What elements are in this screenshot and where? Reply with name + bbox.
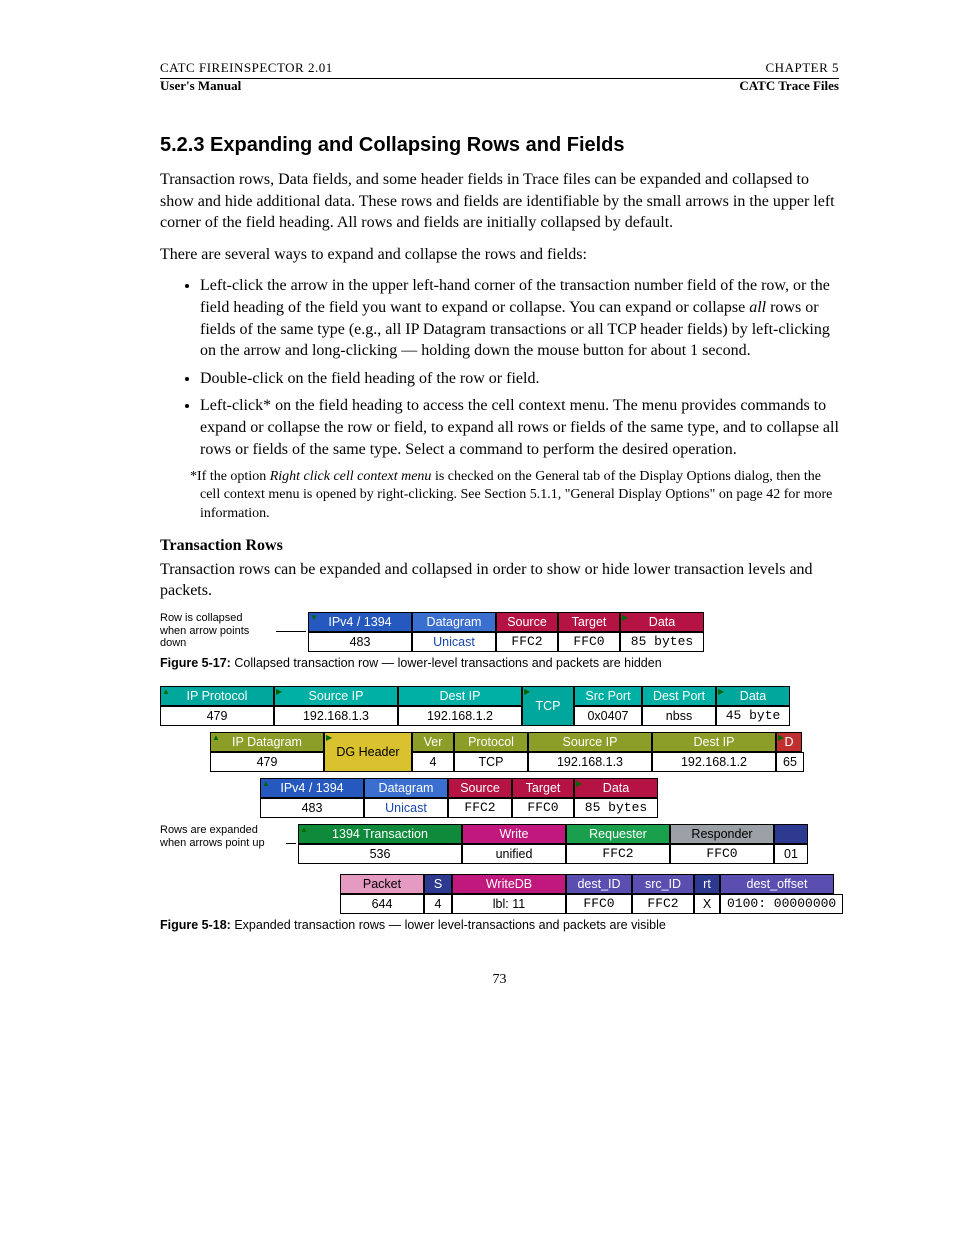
cell-requester-val: FFC2	[566, 844, 670, 864]
cell-data-r1: Data	[716, 686, 790, 706]
cell-ver: Ver	[412, 732, 454, 752]
cell-dest-port-val: nbss	[642, 706, 716, 726]
cell-dest-ip-r2: Dest IP	[652, 732, 776, 752]
running-header-2: User's Manual CATC Trace Files	[160, 78, 839, 94]
bullet-2: Double-click on the field heading of the…	[200, 368, 839, 390]
cell-datagram-r3: Datagram	[364, 778, 448, 798]
figure-5-17-caption: Figure 5-17: Collapsed transaction row —…	[160, 656, 839, 670]
cell-datagram-val: Unicast	[412, 632, 496, 652]
cell-dest-ip: Dest IP	[398, 686, 522, 706]
cell-target: Target	[558, 612, 620, 632]
cell-d: D	[776, 732, 802, 752]
cell-target-r3: Target	[512, 778, 574, 798]
page-number: 73	[160, 972, 839, 988]
cell-source-r3-val: FFC2	[448, 798, 512, 818]
cell-protocol-val: TCP	[454, 752, 528, 772]
header-left-top: CATC FIREINSPECTOR 2.01	[160, 60, 333, 76]
footnote: *If the option Right click cell context …	[160, 468, 839, 523]
running-header: CATC FIREINSPECTOR 2.01 CHAPTER 5	[160, 60, 839, 76]
header-right-top: CHAPTER 5	[766, 60, 839, 76]
cell-s-val: 4	[424, 894, 452, 914]
subsection-heading: Transaction Rows	[160, 537, 839, 555]
cell-writedb-val: lbl: 11	[452, 894, 566, 914]
cell-packet: Packet	[340, 874, 424, 894]
cell-write-val: unified	[462, 844, 566, 864]
fig18-side-caption: Rows are expanded when arrows point up	[160, 824, 286, 864]
paragraph-3: Transaction rows can be expanded and col…	[160, 559, 839, 602]
cell-1394-transaction: 1394 Transaction	[298, 824, 462, 844]
figure-5-18: IP Protocol 479 Source IP 192.168.1.3 De…	[160, 686, 839, 914]
cell-dg-header: DG Header	[324, 732, 412, 772]
paragraph-1: Transaction rows, Data fields, and some …	[160, 169, 839, 234]
cell-ipv4-val: 483	[308, 632, 412, 652]
cell-src-port: Src Port	[574, 686, 642, 706]
cell-ip-datagram-val: 479	[210, 752, 324, 772]
bullet-3: Left-click* on the field heading to acce…	[200, 395, 839, 460]
cell-datagram: Datagram	[412, 612, 496, 632]
cell-responder-val: FFC0	[670, 844, 774, 864]
cell-requester: Requester	[566, 824, 670, 844]
cell-ipv4-r3-val: 483	[260, 798, 364, 818]
cell-data-r3-val: 85 bytes	[574, 798, 658, 818]
cell-source-val: FFC2	[496, 632, 558, 652]
figure-5-17: Row is collapsed when arrow points down …	[160, 612, 839, 652]
cell-tail	[774, 824, 808, 844]
cell-data-r1-val: 45 byte	[716, 706, 790, 726]
cell-source-ip-r2: Source IP	[528, 732, 652, 752]
header-right-bold: CATC Trace Files	[739, 78, 839, 94]
cell-packet-val: 644	[340, 894, 424, 914]
cell-rt-val: X	[694, 894, 720, 914]
cell-target-val: FFC0	[558, 632, 620, 652]
paragraph-2: There are several ways to expand and col…	[160, 244, 839, 266]
cell-write: Write	[462, 824, 566, 844]
cell-src-port-val: 0x0407	[574, 706, 642, 726]
cell-source: Source	[496, 612, 558, 632]
cell-src-id: src_ID	[632, 874, 694, 894]
page: CATC FIREINSPECTOR 2.01 CHAPTER 5 User's…	[0, 0, 954, 1028]
cell-dest-ip-r2-val: 192.168.1.2	[652, 752, 776, 772]
cell-data: Data	[620, 612, 704, 632]
section-heading: 5.2.3 Expanding and Collapsing Rows and …	[160, 134, 839, 157]
cell-1394-transaction-val: 536	[298, 844, 462, 864]
cell-source-ip-r2-val: 192.168.1.3	[528, 752, 652, 772]
cell-target-r3-val: FFC0	[512, 798, 574, 818]
cell-rt: rt	[694, 874, 720, 894]
cell-responder: Responder	[670, 824, 774, 844]
cell-ip-protocol-val: 479	[160, 706, 274, 726]
cell-tail-val: 01	[774, 844, 808, 864]
cell-source-r3: Source	[448, 778, 512, 798]
cell-datagram-r3-val: Unicast	[364, 798, 448, 818]
cell-data-r3: Data	[574, 778, 658, 798]
header-left-bold: User's Manual	[160, 78, 241, 94]
cell-writedb: WriteDB	[452, 874, 566, 894]
cell-dest-offset: dest_offset	[720, 874, 834, 894]
cell-ip-datagram: IP Datagram	[210, 732, 324, 752]
cell-dest-port: Dest Port	[642, 686, 716, 706]
cell-dest-id: dest_ID	[566, 874, 632, 894]
cell-source-ip-val: 192.168.1.3	[274, 706, 398, 726]
cell-dest-id-val: FFC0	[566, 894, 632, 914]
cell-ipv4-1394: IPv4 / 1394	[308, 612, 412, 632]
cell-src-id-val: FFC2	[632, 894, 694, 914]
arrow-icon	[276, 631, 306, 632]
cell-ver-val: 4	[412, 752, 454, 772]
figure-5-18-caption: Figure 5-18: Expanded transaction rows —…	[160, 918, 839, 932]
cell-protocol: Protocol	[454, 732, 528, 752]
cell-ip-protocol: IP Protocol	[160, 686, 274, 706]
cell-d-val: 65	[776, 752, 804, 772]
cell-dest-offset-val: 0100: 00000000	[720, 894, 843, 914]
cell-ipv4-r3: IPv4 / 1394	[260, 778, 364, 798]
cell-tcp: TCP	[522, 686, 574, 726]
cell-s: S	[424, 874, 452, 894]
bullet-list: Left-click the arrow in the upper left-h…	[160, 275, 839, 460]
cell-data-val: 85 bytes	[620, 632, 704, 652]
cell-dest-ip-val: 192.168.1.2	[398, 706, 522, 726]
arrow-icon	[286, 843, 296, 844]
bullet-1: Left-click the arrow in the upper left-h…	[200, 275, 839, 361]
fig17-side-caption: Row is collapsed when arrow points down	[160, 612, 276, 652]
cell-source-ip: Source IP	[274, 686, 398, 706]
